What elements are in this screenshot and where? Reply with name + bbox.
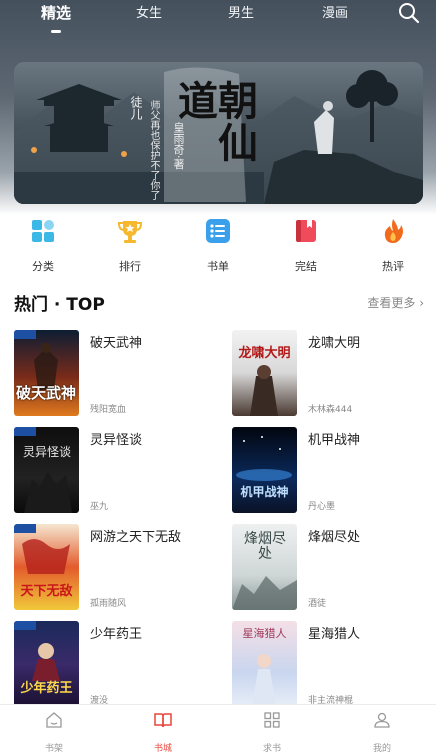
book-cover: 龙啸大明 <box>232 330 297 416</box>
banner-book-title: 朝仙道 <box>171 80 258 164</box>
tab-label: 女生 <box>135 6 162 21</box>
book-author: 孤雨随风 <box>90 599 127 609</box>
book-author: 木林森444 <box>308 405 353 415</box>
banner-quote: 师父再也保护不了你了 <box>148 100 159 200</box>
tab-comics[interactable]: 漫画 <box>318 2 352 21</box>
quicknav-label: 分类 <box>32 260 54 273</box>
quicknav-hot-reviews[interactable]: 热评 <box>363 218 423 274</box>
book-title: 少年药王 <box>90 627 143 642</box>
book-title: 星海猎人 <box>308 627 361 642</box>
tab-label: 漫画 <box>321 6 348 21</box>
tab-label: 精选 <box>40 4 71 22</box>
book-author: 酒徒 <box>308 599 327 609</box>
bookstore-page: 精选 女生 男生 漫画 朝仙道 皇雨奇·著 徒儿 师父再也保护不了你了 分类 排… <box>0 0 436 754</box>
book-cover: 少年药王 <box>14 621 79 707</box>
quicknav-category[interactable]: 分类 <box>13 218 73 274</box>
tab-male[interactable]: 男生 <box>224 2 258 21</box>
nav-bookstore[interactable]: 书城 <box>133 711 193 754</box>
top-tabs: 精选 女生 男生 漫画 <box>0 0 436 36</box>
quicknav-label: 书单 <box>207 260 229 273</box>
quicknav-label: 完结 <box>295 260 317 273</box>
trophy-icon <box>117 221 143 243</box>
book-item[interactable]: 破天武神 破天武神 残阳宽血 <box>14 330 214 416</box>
book-item[interactable]: 天下无敌 网游之天下无敌 孤雨随风 <box>14 524 214 610</box>
book-item[interactable]: 星海猎人 星海猎人 非主流神棍 <box>232 621 432 707</box>
apps-icon <box>264 712 280 728</box>
book-title: 龙啸大明 <box>308 336 361 351</box>
nav-label: 我的 <box>372 744 391 754</box>
book-title: 烽烟尽处 <box>308 530 361 545</box>
list-icon <box>206 219 230 243</box>
nav-label: 求书 <box>262 744 281 754</box>
book-title: 机甲战神 <box>308 433 361 448</box>
quicknav-ranking[interactable]: 排行 <box>100 218 160 274</box>
book-author: 残阳宽血 <box>90 405 127 415</box>
nav-label: 书城 <box>153 744 172 754</box>
nav-profile[interactable]: 我的 <box>352 711 412 754</box>
cover-title: 天下无敌 <box>20 584 73 599</box>
tab-female[interactable]: 女生 <box>132 2 166 21</box>
cover-title: 灵异怪谈 <box>22 445 71 459</box>
grid-icon <box>32 220 54 242</box>
nav-request[interactable]: 求书 <box>242 711 302 754</box>
cover-title: 星海猎人 <box>242 627 287 640</box>
book-item[interactable]: 灵异怪谈 灵异怪谈 巫九 <box>14 427 214 513</box>
quicknav-label: 排行 <box>119 260 141 273</box>
quicknav-booklist[interactable]: 书单 <box>188 218 248 274</box>
active-tab-indicator <box>51 30 61 33</box>
bottom-nav: 书架 书城 求书 我的 <box>0 704 436 754</box>
book-author: 巫九 <box>90 502 109 512</box>
banner-author: 皇雨奇·著 <box>172 122 185 170</box>
quicknav-label: 热评 <box>382 260 404 273</box>
section-title: 热门 · TOP <box>14 295 105 315</box>
user-icon <box>374 712 390 728</box>
book-item[interactable]: 烽烟尽处 烽烟尽处 酒徒 <box>232 524 432 610</box>
cover-art <box>236 436 292 481</box>
cover-title: 机甲战神 <box>240 485 289 499</box>
cover-art <box>14 330 58 390</box>
nav-label: 书架 <box>44 744 63 754</box>
cover-title: 破天武神 <box>16 384 77 402</box>
nav-bookshelf[interactable]: 书架 <box>24 711 84 754</box>
book-item[interactable]: 机甲战神 机甲战神 丹心墨 <box>232 427 432 513</box>
book-author: 丹心墨 <box>308 502 336 512</box>
book-item[interactable]: 少年药王 少年药王 渡没 <box>14 621 214 707</box>
book-cover: 天下无敌 <box>14 524 79 610</box>
book-item[interactable]: 龙啸大明 龙啸大明 木林森444 <box>232 330 432 416</box>
cover-art <box>14 427 72 513</box>
cover-title: 烽烟尽处 <box>244 531 286 563</box>
quicknav-finished[interactable]: 完结 <box>276 218 336 274</box>
featured-banner[interactable]: 朝仙道 皇雨奇·著 徒儿 师父再也保护不了你了 <box>14 62 423 204</box>
cover-title: 少年药王 <box>20 681 73 696</box>
search-button[interactable] <box>398 2 420 24</box>
book-cover: 星海猎人 <box>232 621 297 707</box>
quick-nav: 分类 排行 书单 完结 热评 <box>0 212 436 274</box>
banner-tag: 徒儿 <box>129 96 143 120</box>
book-title: 破天武神 <box>90 336 143 351</box>
book-cover: 灵异怪谈 <box>14 427 79 513</box>
home-icon <box>46 712 62 728</box>
book-cover: 破天武神 <box>14 330 79 416</box>
open-book-icon <box>154 713 172 728</box>
tab-label: 男生 <box>227 6 254 21</box>
tab-featured[interactable]: 精选 <box>38 2 74 33</box>
book-title: 灵异怪谈 <box>90 433 143 448</box>
book-cover: 烽烟尽处 <box>232 524 297 610</box>
book-icon <box>296 220 316 242</box>
see-more-link[interactable]: 查看更多 › <box>367 294 424 311</box>
book-cover: 机甲战神 <box>232 427 297 513</box>
flame-icon <box>384 219 403 243</box>
search-icon <box>399 3 420 24</box>
cover-title: 龙啸大明 <box>238 346 291 361</box>
book-title: 网游之天下无敌 <box>90 530 182 545</box>
